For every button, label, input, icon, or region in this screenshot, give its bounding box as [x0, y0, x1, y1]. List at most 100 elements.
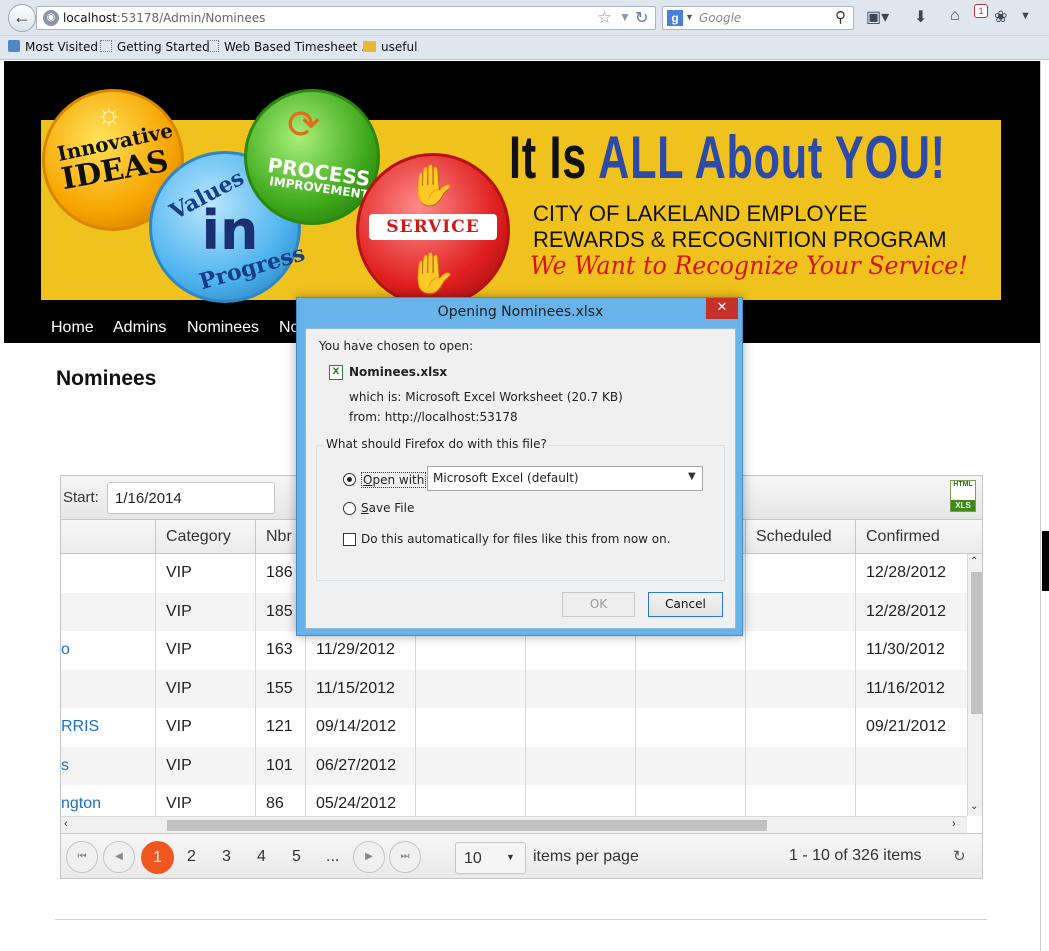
column-header-confirmed[interactable]: Confirmed — [855, 520, 967, 554]
horizontal-scrollbar[interactable]: ‹ › — [61, 816, 967, 833]
bookmarks-menu-icon[interactable]: ▣▾ — [866, 7, 889, 27]
open-with-label[interactable]: Open with — [361, 472, 427, 488]
nav-admins[interactable]: Admins — [113, 319, 166, 337]
bookmark-getting-started[interactable]: Getting Started — [100, 40, 210, 54]
chevron-down-icon: ▼ — [506, 852, 515, 862]
auto-checkbox-label[interactable]: Do this automatically for files like thi… — [361, 532, 671, 546]
last-page-button[interactable]: ⏭ — [389, 841, 421, 873]
globe-icon: ◉ — [43, 10, 59, 26]
page-link[interactable]: 4 — [257, 848, 266, 866]
cell-name[interactable]: o — [61, 631, 155, 670]
url-bar[interactable]: ◉ localhost:53178/Admin/Nominees ☆ ▼ ↻ — [36, 6, 656, 30]
current-page[interactable]: 1 — [141, 841, 174, 874]
addon-icon[interactable]: ❀ — [994, 7, 1007, 27]
dialog-body: You have chosen to open: X Nominees.xlsx… — [305, 328, 736, 629]
search-input[interactable]: Google — [699, 11, 741, 25]
column-header-category[interactable]: Category — [155, 520, 255, 554]
application-select[interactable]: Microsoft Excel (default) ▼ — [427, 466, 703, 491]
cell-name[interactable] — [61, 554, 155, 593]
program-name-line2: REWARDS & RECOGNITION PROGRAM — [533, 227, 947, 252]
export-excel-icon[interactable]: HTML XLS — [950, 480, 976, 512]
url-dropdown-icon[interactable]: ▼ — [619, 10, 631, 24]
scroll-right-icon[interactable]: › — [952, 818, 956, 830]
table-row[interactable]: ngton VIP 86 05/24/2012 — [61, 785, 967, 816]
cell-empty — [635, 631, 745, 670]
column-header-scheduled[interactable]: Scheduled — [745, 520, 855, 554]
open-with-radio[interactable] — [343, 473, 356, 486]
table-row[interactable]: s VIP 101 06/27/2012 — [61, 746, 967, 786]
cell-confirmed: 11/16/2012 — [855, 669, 967, 708]
page-size-select[interactable]: 10 ▼ — [455, 842, 526, 874]
auto-checkbox[interactable] — [343, 533, 356, 546]
cancel-button[interactable]: Cancel — [648, 592, 723, 617]
bookmark-label: Web Based Timesheet ... — [224, 40, 373, 54]
action-group: What should Firefox do with this file? O… — [316, 437, 725, 581]
back-button[interactable]: ← — [8, 4, 36, 32]
cell-empty — [415, 746, 525, 785]
page-ellipsis[interactable]: ... — [326, 848, 339, 866]
refresh-icon[interactable]: ↻ — [953, 847, 966, 865]
reload-icon[interactable]: ↻ — [635, 8, 648, 28]
cell-name[interactable]: s — [61, 747, 155, 786]
previous-page-button[interactable]: ◀ — [103, 841, 135, 873]
headline-part: It Is — [509, 124, 599, 191]
scroll-down-icon[interactable]: ⌄ — [970, 801, 978, 812]
bookmark-timesheet[interactable]: Web Based Timesheet ... — [207, 40, 373, 54]
lightbulb-icon: ☼ — [95, 98, 123, 131]
page-scroll-thumb[interactable] — [1042, 531, 1049, 591]
ok-button[interactable]: OK — [562, 592, 635, 617]
bookmark-folder-useful[interactable]: useful — [363, 40, 417, 54]
next-page-button[interactable]: ▶ — [353, 841, 385, 873]
page-link[interactable]: 5 — [292, 848, 301, 866]
search-engine-dropdown-icon[interactable]: ▼ — [685, 12, 694, 22]
search-icon[interactable]: ⚲ — [835, 8, 846, 26]
start-date-input[interactable]: 1/16/2014 ▦ — [107, 482, 346, 521]
url-host: localhost — [63, 11, 117, 25]
scroll-left-icon[interactable]: ‹ — [64, 818, 68, 830]
cell-empty — [635, 669, 745, 708]
horizontal-scroll-thumb[interactable] — [167, 820, 767, 831]
cell-name[interactable]: ngton — [61, 785, 155, 816]
save-file-label[interactable]: Save File — [361, 501, 414, 515]
cell-category: VIP — [155, 592, 255, 631]
google-icon[interactable]: g — [667, 10, 683, 26]
downloads-icon[interactable]: ⬇ — [914, 7, 927, 27]
cell-name[interactable] — [61, 670, 155, 709]
browser-toolbar: ← ◉ localhost:53178/Admin/Nominees ☆ ▼ ↻… — [0, 0, 1049, 36]
vertical-scroll-thumb[interactable] — [971, 572, 982, 714]
nav-home[interactable]: Home — [51, 319, 94, 337]
table-row[interactable]: RRIS VIP 121 09/14/2012 09/21/2012 — [61, 708, 967, 747]
url-text[interactable]: localhost:53178/Admin/Nominees — [63, 11, 265, 25]
cell-name[interactable]: RRIS — [61, 708, 155, 747]
bookmark-label: useful — [381, 40, 418, 54]
scroll-up-icon[interactable]: ⌃ — [970, 556, 978, 567]
cell-date: 09/14/2012 — [305, 708, 415, 747]
file-type: which is: Microsoft Excel Worksheet (20.… — [349, 390, 623, 404]
page-link[interactable]: 3 — [222, 848, 231, 866]
cell-name[interactable] — [61, 593, 155, 632]
cell-empty — [525, 669, 635, 708]
page-link[interactable]: 2 — [187, 848, 196, 866]
cell-category: VIP — [155, 708, 255, 747]
search-bar[interactable]: g ▼ Google ⚲ — [662, 6, 854, 30]
cell-category: VIP — [155, 631, 255, 670]
cell-date: 11/15/2012 — [305, 669, 415, 708]
grid-pager: ⏮ ◀ 1 2 3 4 5 ... ▶ ⏭ 10 ▼ items per pag… — [61, 833, 982, 878]
menu-icon[interactable]: ▼ — [1020, 10, 1031, 22]
table-row[interactable]: VIP 155 11/15/2012 11/16/2012 — [61, 669, 967, 709]
home-icon[interactable]: ⌂ — [950, 7, 960, 25]
bookmark-star-icon[interactable]: ☆ — [597, 8, 612, 28]
cell-empty — [635, 785, 745, 816]
first-page-button[interactable]: ⏮ — [66, 841, 98, 873]
dialog-title: Opening Nominees.xlsx — [437, 304, 604, 320]
notification-badge[interactable]: 1 — [974, 4, 988, 18]
save-file-radio[interactable] — [343, 502, 356, 515]
vertical-scrollbar[interactable]: ⌃ ⌄ — [967, 554, 982, 816]
bookmark-most-visited[interactable]: Most Visited — [8, 40, 98, 54]
page-scrollbar[interactable] — [1040, 61, 1049, 951]
table-row[interactable]: o VIP 163 11/29/2012 11/30/2012 — [61, 631, 967, 670]
cell-nbr: 155 — [255, 669, 305, 708]
close-icon[interactable]: ✕ — [706, 298, 738, 319]
cell-confirmed: 11/30/2012 — [855, 631, 967, 670]
nav-nominees[interactable]: Nominees — [187, 319, 259, 337]
